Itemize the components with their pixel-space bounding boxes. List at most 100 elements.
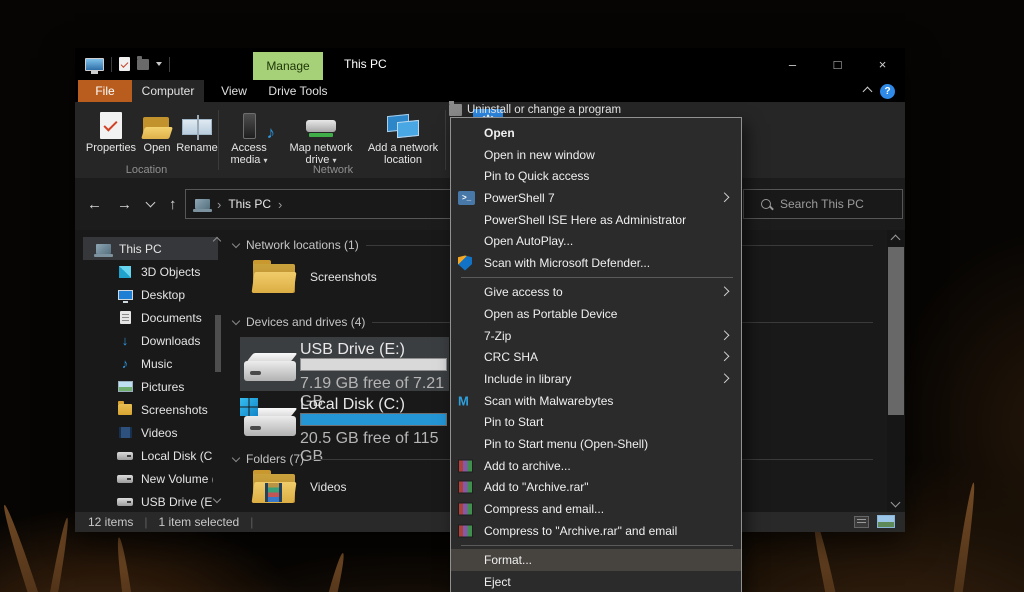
videos-folder-icon	[253, 470, 295, 503]
menu-item-add-to-archive-rar[interactable]: Add to "Archive.rar"	[451, 477, 741, 499]
context-menu: Open Open in new window Pin to Quick acc…	[450, 117, 742, 592]
manage-contextual-tab[interactable]: Manage	[253, 52, 323, 80]
scroll-up-icon[interactable]	[213, 237, 221, 245]
laptop-icon	[95, 241, 111, 257]
back-button[interactable]: ←	[87, 196, 102, 213]
menu-item-7-zip[interactable]: 7-Zip	[451, 325, 741, 347]
sidebar-scrollbar[interactable]	[211, 230, 224, 512]
search-box[interactable]	[743, 189, 903, 219]
sidebar-item-local-disk-c[interactable]: Local Disk (C:)	[83, 444, 213, 467]
collapse-group-chevron-icon[interactable]	[232, 453, 240, 461]
desktop-plant-decoration	[47, 517, 71, 592]
search-input[interactable]	[780, 197, 895, 211]
forward-button[interactable]: →	[117, 196, 132, 213]
sidebar-item-3d-objects[interactable]: 3D Objects	[83, 260, 213, 283]
sidebar-item-documents[interactable]: Documents	[83, 306, 213, 329]
navigation-pane: This PC 3D Objects Desktop Documents ↓ D…	[75, 230, 225, 512]
network-drive-icon	[306, 120, 336, 132]
recent-locations-chevron-icon[interactable]	[146, 197, 156, 207]
tab-computer[interactable]: Computer	[132, 80, 204, 102]
tab-view[interactable]: View	[204, 80, 264, 102]
sidebar-item-usb-drive-e[interactable]: USB Drive (E:)	[83, 490, 213, 512]
menu-item-include-in-library[interactable]: Include in library	[451, 368, 741, 390]
properties-button[interactable]: Properties	[85, 106, 137, 154]
menu-item-pin-to-start[interactable]: Pin to Start	[451, 411, 741, 433]
menu-item-pin-to-quick-access[interactable]: Pin to Quick access	[451, 165, 741, 187]
menu-item-crc-sha[interactable]: CRC SHA	[451, 346, 741, 368]
toolbar-divider	[111, 57, 112, 72]
help-icon[interactable]: ?	[880, 84, 895, 99]
breadcrumb-chevron-icon[interactable]: ›	[278, 197, 282, 212]
collapse-group-chevron-icon[interactable]	[232, 239, 240, 247]
rename-button[interactable]: Rename	[175, 106, 219, 154]
sidebar-item-pictures[interactable]: Pictures	[83, 375, 213, 398]
up-button[interactable]: ↑	[169, 196, 177, 213]
menu-item-eject[interactable]: Eject	[451, 571, 741, 592]
maximize-button[interactable]: □	[815, 48, 860, 80]
menu-item-compress-and-email[interactable]: Compress and email...	[451, 498, 741, 520]
ribbon-tab-bar: File Computer View Drive Tools	[75, 80, 905, 102]
scroll-up-icon[interactable]	[891, 235, 901, 245]
open-folder-icon	[143, 117, 171, 139]
menu-item-powershell-ise-admin[interactable]: PowerShell ISE Here as Administrator	[451, 209, 741, 231]
menu-item-pin-to-start-menu-open-shell[interactable]: Pin to Start menu (Open-Shell)	[451, 433, 741, 455]
powershell-icon: >_	[458, 191, 475, 205]
properties-quick-icon[interactable]	[119, 57, 130, 71]
submenu-arrow-icon	[720, 330, 730, 340]
scroll-down-icon[interactable]	[213, 495, 221, 503]
file-item-videos[interactable]: Videos	[253, 468, 453, 512]
drive-icon	[117, 471, 133, 487]
map-network-drive-button[interactable]: Map network drive ▾	[281, 106, 361, 167]
content-scrollbar[interactable]	[887, 230, 905, 512]
sidebar-item-screenshots[interactable]: Screenshots	[83, 398, 213, 421]
download-arrow-icon: ↓	[117, 333, 133, 349]
menu-item-open[interactable]: Open	[451, 122, 741, 144]
menu-item-scan-with-defender[interactable]: Scan with Microsoft Defender...	[451, 252, 741, 274]
menu-item-scan-with-malwarebytes[interactable]: M Scan with Malwarebytes	[451, 390, 741, 412]
breadcrumb[interactable]: This PC	[228, 197, 271, 211]
menu-item-compress-to-archive-rar-and-email[interactable]: Compress to "Archive.rar" and email	[451, 520, 741, 542]
sidebar-item-videos[interactable]: Videos	[83, 421, 213, 444]
desktop-plant-decoration	[114, 537, 134, 592]
menu-item-open-as-portable-device[interactable]: Open as Portable Device	[451, 303, 741, 325]
access-media-button[interactable]: ♪ Access media ▾	[221, 106, 277, 167]
search-icon	[761, 199, 771, 209]
picture-icon	[117, 379, 133, 395]
toolbar-divider	[169, 57, 170, 72]
drive-item-usb-drive-e[interactable]: USB Drive (E:) 7.19 GB free of 7.21 GB	[240, 337, 449, 391]
open-button[interactable]: Open	[139, 106, 175, 154]
drive-item-local-disk-c[interactable]: Local Disk (C:) 20.5 GB free of 115 GB	[240, 392, 449, 446]
file-item-screenshots[interactable]: Screenshots	[253, 258, 453, 310]
minimize-button[interactable]: –	[770, 48, 815, 80]
selection-count: 1 item selected	[158, 515, 239, 529]
window-title: This PC	[344, 48, 387, 80]
close-button[interactable]: ×	[860, 48, 905, 80]
desktop-plant-decoration	[951, 482, 978, 592]
sidebar-item-downloads[interactable]: ↓ Downloads	[83, 329, 213, 352]
menu-item-open-in-new-window[interactable]: Open in new window	[451, 144, 741, 166]
music-note-icon: ♪	[267, 127, 276, 139]
sidebar-item-this-pc[interactable]: This PC	[83, 237, 218, 260]
large-icons-view-icon[interactable]	[877, 515, 895, 528]
sidebar-item-new-volume-d[interactable]: New Volume (D:)	[83, 467, 213, 490]
customize-toolbar-caret-icon[interactable]	[156, 62, 162, 66]
details-view-icon[interactable]	[854, 516, 869, 528]
scroll-down-icon[interactable]	[891, 498, 901, 508]
sidebar-item-music[interactable]: ♪ Music	[83, 352, 213, 375]
menu-item-give-access-to[interactable]: Give access to	[451, 281, 741, 303]
menu-item-powershell-7[interactable]: >_ PowerShell 7	[451, 187, 741, 209]
menu-item-add-to-archive[interactable]: Add to archive...	[451, 455, 741, 477]
tab-drive-tools[interactable]: Drive Tools	[258, 80, 338, 102]
sidebar-item-desktop[interactable]: Desktop	[83, 283, 213, 306]
item-count: 12 items	[88, 515, 133, 529]
menu-item-format[interactable]: Format...	[451, 549, 741, 571]
scrollbar-thumb[interactable]	[215, 315, 221, 372]
winrar-icon	[458, 524, 473, 537]
collapse-group-chevron-icon[interactable]	[232, 316, 240, 324]
scrollbar-thumb[interactable]	[888, 247, 904, 415]
menu-item-open-autoplay[interactable]: Open AutoPlay...	[451, 230, 741, 252]
new-folder-quick-icon[interactable]	[137, 59, 149, 70]
tab-file[interactable]: File	[78, 80, 132, 102]
winrar-icon	[458, 481, 473, 494]
uninstall-or-change-program-button[interactable]: Uninstall or change a program	[449, 104, 621, 116]
